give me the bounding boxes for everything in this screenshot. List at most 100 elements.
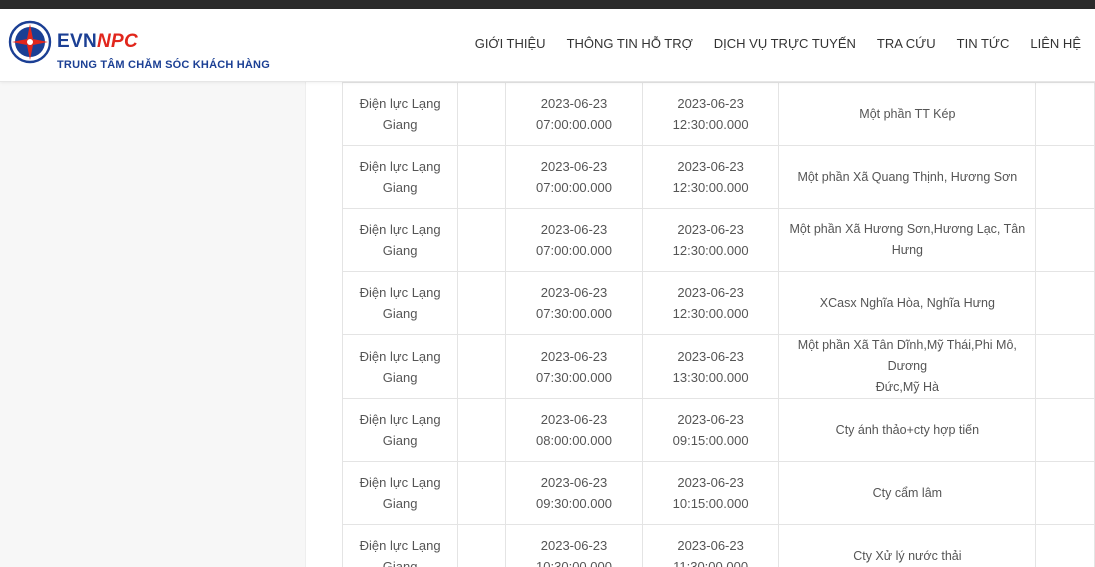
brand-name[interactable]: EVNNPC — [57, 31, 138, 53]
cell-start-time-line: 07:30:00.000 — [536, 369, 612, 385]
main-nav: GIỚI THIỆU THÔNG TIN HỖ TRỢ DỊCH VỤ TRỰC… — [454, 36, 1081, 51]
brand-evn: EVN — [57, 31, 97, 52]
cell-power-unit-line: Điện lực Lạng — [359, 222, 441, 237]
top-bar — [0, 0, 1095, 9]
cell-empty — [1035, 334, 1095, 399]
nav-item-thong-tin-ho-tro[interactable]: THÔNG TIN HỖ TRỢ — [567, 36, 693, 51]
cell-start-time-line: 2023-06-23 — [540, 348, 608, 364]
cell-outage-area: Một phần TT Kép — [778, 82, 1037, 146]
cell-empty — [457, 145, 507, 209]
cell-empty — [1035, 398, 1095, 462]
nav-item-tin-tuc[interactable]: TIN TỨC — [957, 36, 1010, 51]
cell-outage-area-line: Cty ánh thảo+cty hợp tiến — [835, 422, 980, 437]
cell-end-time: 2023-06-23 12:30:00.000 — [641, 271, 780, 335]
cell-start-time-line: 09:30:00.000 — [536, 496, 612, 511]
cell-start-time-line: 2023-06-23 — [540, 222, 608, 237]
cell-empty — [1035, 524, 1095, 567]
cell-empty — [457, 461, 507, 525]
cell-power-unit-line: Giang — [382, 496, 418, 511]
cell-start-time-line: 07:00:00.000 — [536, 117, 612, 132]
cell-start-time-line: 2023-06-23 — [540, 285, 608, 300]
cell-empty — [1035, 461, 1095, 525]
cell-empty — [1035, 82, 1095, 146]
cell-end-time-line: 2023-06-23 — [677, 285, 744, 300]
cell-end-time-line: 12:30:00.000 — [672, 117, 749, 132]
cell-outage-area: Một phần Xã Hương Sơn,Hương Lạc, Tân Hưng — [778, 208, 1037, 272]
cell-end-time-line: 10:15:00.000 — [672, 496, 749, 511]
table-row: Điện lực Lạng Giang 2023-06-23 07:00:00.000… — [341, 82, 1095, 146]
table-row: Điện lực Lạng Giang 2023-06-23 07:30:00.000… — [341, 334, 1095, 399]
cell-power-unit-line: Giang — [382, 243, 418, 258]
cell-outage-area-line: Một phần Xã Hương Sơn,Hương Lạc, Tân — [789, 222, 1026, 236]
site-header: EVNNPC TRUNG TÂM CHĂM SÓC KHÁCH HÀNG GIỚ… — [0, 9, 1095, 82]
cell-power-unit-line: Điện lực Lạng — [359, 412, 441, 427]
cell-empty — [1035, 271, 1095, 335]
cell-start-time: 2023-06-23 07:00:00.000 — [505, 208, 643, 272]
cell-empty — [457, 398, 507, 462]
cell-start-time-line: 2023-06-23 — [540, 96, 608, 111]
cell-power-unit: Điện lực Lạng Giang — [341, 82, 459, 146]
cell-outage-area: Một phần Xã Quang Thịnh, Hương Sơn — [778, 145, 1037, 209]
cell-empty — [457, 271, 507, 335]
cell-empty — [1035, 145, 1095, 209]
cell-start-time-line: 2023-06-23 — [540, 159, 608, 174]
cell-power-unit-line: Giang — [382, 180, 418, 195]
nav-item-lien-he[interactable]: LIÊN HỆ — [1030, 36, 1081, 51]
nav-item-gioi-thieu[interactable]: GIỚI THIỆU — [475, 36, 546, 51]
nav-item-dich-vu-truc-tuyen[interactable]: DỊCH VỤ TRỰC TUYẾN — [714, 36, 856, 51]
cell-outage-area-line: Một phần TT Kép — [859, 106, 956, 121]
cell-start-time: 2023-06-23 07:30:00.000 — [505, 334, 643, 399]
cell-power-unit-line: Giang — [382, 306, 418, 321]
cell-end-time-line: 2023-06-23 — [677, 222, 744, 237]
cell-end-time: 2023-06-23 12:30:00.000 — [641, 208, 780, 272]
cell-outage-area-line: Cty Xử lý nước thải — [853, 548, 962, 563]
cell-outage-area: Cty cẩm lâm — [778, 461, 1037, 525]
cell-start-time: 2023-06-23 07:00:00.000 — [505, 82, 643, 146]
main-content: Điện lực Lạng Giang 2023-06-23 07:00:00.000… — [305, 82, 1095, 567]
cell-end-time-line: 2023-06-23 — [677, 348, 744, 364]
cell-end-time: 2023-06-23 11:30:00.000 — [641, 524, 780, 567]
brand-npc: NPC — [96, 31, 138, 52]
cell-end-time-line: 09:15:00.000 — [672, 433, 749, 448]
cell-start-time: 2023-06-23 07:30:00.000 — [505, 271, 643, 335]
cell-start-time-line: 08:00:00.000 — [536, 433, 612, 448]
cell-outage-area: Một phần Xã Tân Dĩnh,Mỹ Thái,Phi Mô, Dươ… — [778, 334, 1037, 399]
cell-end-time-line: 2023-06-23 — [677, 538, 744, 553]
cell-empty — [457, 82, 507, 146]
cell-power-unit: Điện lực Lạng Giang — [341, 524, 459, 567]
table-row: Điện lực Lạng Giang 2023-06-23 07:00:00.000… — [341, 208, 1095, 272]
cell-power-unit: Điện lực Lạng Giang — [341, 271, 459, 335]
cell-outage-area-line: Hưng — [891, 243, 923, 257]
cell-power-unit: Điện lực Lạng Giang — [341, 334, 459, 399]
nav-item-tra-cuu[interactable]: TRA CỨU — [877, 36, 936, 51]
cell-outage-area-line: Một phần Xã Quang Thịnh, Hương Sơn — [797, 169, 1018, 184]
cell-outage-area: XCasx Nghĩa Hòa, Nghĩa Hưng — [778, 271, 1037, 335]
cell-start-time: 2023-06-23 07:00:00.000 — [505, 145, 643, 209]
cell-outage-area: Cty ánh thảo+cty hợp tiến — [778, 398, 1037, 462]
cell-power-unit-line: Điện lực Lạng — [359, 475, 441, 490]
cell-start-time-line: 2023-06-23 — [540, 412, 608, 427]
cell-end-time-line: 12:30:00.000 — [672, 243, 749, 258]
table-row: Điện lực Lạng Giang 2023-06-23 10:30:00.000… — [341, 524, 1095, 567]
evnnpc-logo-icon[interactable] — [8, 20, 52, 64]
cell-power-unit-line: Giang — [382, 559, 418, 567]
cell-power-unit: Điện lực Lạng Giang — [341, 145, 459, 209]
cell-start-time-line: 10:30:00.000 — [536, 559, 612, 567]
table-row: Điện lực Lạng Giang 2023-06-23 07:00:00.000… — [341, 145, 1095, 209]
table-row: Điện lực Lạng Giang 2023-06-23 09:30:00.000… — [341, 461, 1095, 525]
cell-end-time-line: 2023-06-23 — [677, 159, 744, 174]
cell-power-unit: Điện lực Lạng Giang — [341, 461, 459, 525]
cell-start-time-line: 07:30:00.000 — [536, 306, 612, 321]
cell-power-unit-line: Giang — [382, 433, 418, 448]
cell-end-time: 2023-06-23 09:15:00.000 — [641, 398, 780, 462]
cell-end-time-line: 12:30:00.000 — [672, 180, 749, 195]
cell-end-time: 2023-06-23 12:30:00.000 — [641, 82, 780, 146]
cell-power-unit: Điện lực Lạng Giang — [341, 398, 459, 462]
cell-start-time-line: 07:00:00.000 — [536, 243, 612, 258]
cell-outage-area: Cty Xử lý nước thải — [778, 524, 1037, 567]
cell-start-time-line: 2023-06-23 — [540, 538, 608, 553]
cell-start-time-line: 2023-06-23 — [540, 475, 608, 490]
cell-start-time: 2023-06-23 09:30:00.000 — [505, 461, 643, 525]
cell-end-time-line: 2023-06-23 — [677, 96, 744, 111]
cell-end-time: 2023-06-23 13:30:00.000 — [641, 334, 780, 399]
